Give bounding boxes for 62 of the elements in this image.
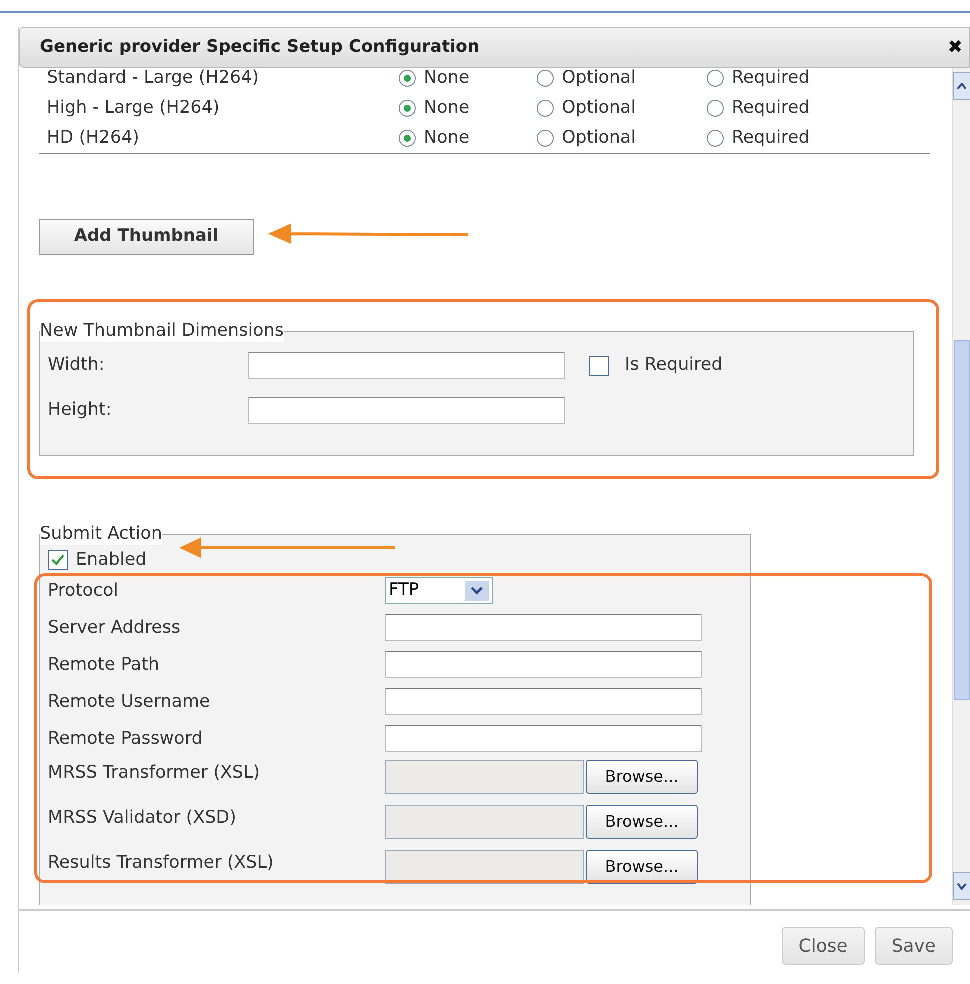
footer-button[interactable]: Close <box>782 927 865 965</box>
caret-down-icon <box>957 882 967 890</box>
footer-button[interactable]: Save <box>874 927 953 965</box>
text-input[interactable] <box>385 725 702 752</box>
text-input[interactable] <box>385 688 702 716</box>
scroll-down-button[interactable] <box>953 872 970 900</box>
caret-icon <box>471 586 483 595</box>
file-path-field[interactable] <box>385 805 584 840</box>
option-label: None <box>424 68 470 90</box>
option-label: Optional <box>562 126 636 150</box>
radio-button[interactable] <box>707 130 724 146</box>
radio-button[interactable] <box>399 100 416 116</box>
checkbox-label: Enabled <box>76 549 147 572</box>
checkbox-label: Is Required <box>625 354 723 378</box>
checkbox[interactable] <box>589 356 609 376</box>
radio-button[interactable] <box>537 100 554 116</box>
browse-button[interactable]: Browse... <box>586 805 698 840</box>
option-label: None <box>424 96 470 120</box>
radio-button[interactable] <box>537 130 554 146</box>
field-label: MRSS Validator (XSD) <box>48 807 238 830</box>
text-input[interactable] <box>248 352 565 379</box>
field-label: Server Address <box>48 616 182 640</box>
scroll-up-button[interactable] <box>953 72 970 100</box>
option-label: Required <box>732 68 810 90</box>
caret-up-icon <box>957 82 967 90</box>
radio-button[interactable] <box>537 70 554 86</box>
field-label: Height: <box>48 399 113 422</box>
radio-button[interactable] <box>399 70 416 86</box>
field-label: Width: <box>48 354 106 378</box>
browse-button[interactable]: Browse... <box>586 760 698 794</box>
option-label: Optional <box>562 68 636 90</box>
close-button[interactable]: ✖ <box>948 38 963 56</box>
file-path-field[interactable] <box>385 850 584 884</box>
text-input[interactable] <box>385 651 702 678</box>
radio-button[interactable] <box>707 100 724 116</box>
add-thumbnail-button[interactable]: Add Thumbnail <box>39 219 254 255</box>
dialog-title: Generic provider Specific Setup Configuration <box>40 36 480 59</box>
option-label: Required <box>732 126 810 150</box>
fieldset-legend: New Thumbnail Dimensions <box>40 321 284 342</box>
profile-label: Standard - Large (H264) <box>46 68 260 90</box>
radio-button[interactable] <box>399 130 416 146</box>
text-input[interactable] <box>385 614 702 642</box>
option-label: Optional <box>562 96 636 120</box>
text-input[interactable] <box>248 397 565 424</box>
browse-button[interactable]: Browse... <box>586 850 698 884</box>
file-path-field[interactable] <box>385 760 584 794</box>
option-label: Required <box>732 96 810 120</box>
field-label: Protocol <box>48 580 120 603</box>
field-label: Remote Path <box>48 654 161 677</box>
checkbox[interactable] <box>48 550 68 570</box>
scroll-thumb[interactable] <box>954 340 970 700</box>
field-label: Remote Username <box>48 690 212 714</box>
protocol-select[interactable]: FTP <box>385 577 493 604</box>
option-label: None <box>424 126 470 150</box>
fieldset-legend: Submit Action <box>40 524 162 545</box>
field-label: MRSS Transformer (XSL) <box>48 762 262 786</box>
select-value: FTP <box>389 579 420 602</box>
profile-label: HD (H264) <box>46 126 140 150</box>
radio-button[interactable] <box>707 70 724 86</box>
profile-label: High - Large (H264) <box>46 96 221 120</box>
field-label: Remote Password <box>48 728 204 751</box>
field-label: Results Transformer (XSL) <box>48 852 275 876</box>
